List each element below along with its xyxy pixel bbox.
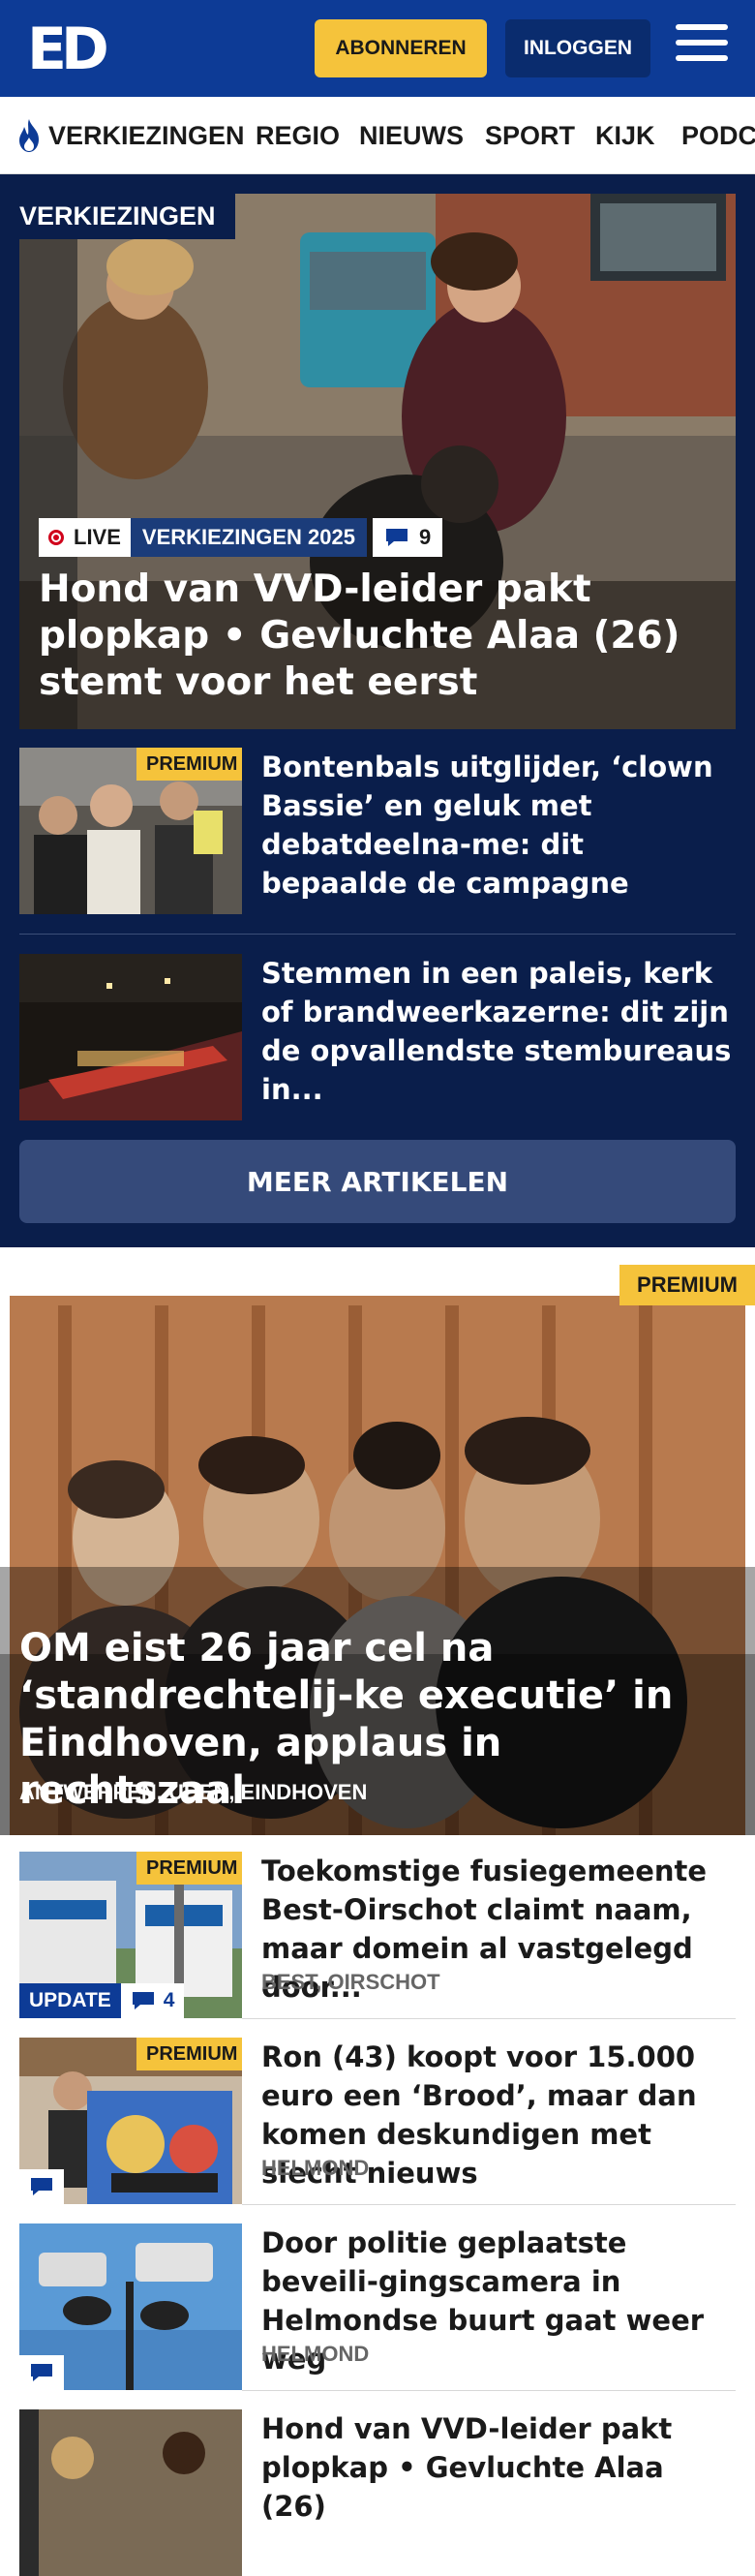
comment-count: 9 xyxy=(418,525,432,549)
comment-icon xyxy=(31,2178,52,2195)
premium-badge: PREMIUM xyxy=(619,1265,755,1305)
comment-icon xyxy=(132,1992,154,2009)
live-label: LIVE xyxy=(74,525,121,549)
article-thumbnail xyxy=(19,2409,242,2576)
featured-location: ANTWERPEN, UDEN, EINDHOVEN xyxy=(19,1780,368,1804)
section-label: VERKIEZINGEN xyxy=(19,194,235,239)
article-title[interactable]: Hond van VVD-leider pakt plopkap • Gevlu… xyxy=(261,2409,736,2526)
nav-item-podcasts[interactable]: PODC xyxy=(681,97,755,173)
comment-badge[interactable]: 4 xyxy=(120,1983,185,2018)
update-badge: UPDATE xyxy=(19,1983,121,2018)
live-dot-icon xyxy=(48,530,64,545)
topic-badge: VERKIEZINGEN 2025 xyxy=(130,518,367,557)
ed-logo[interactable]: ED xyxy=(27,19,114,79)
hero-article[interactable]: VERKIEZINGEN LIVE VERKIEZINGEN 2025 9 Ho… xyxy=(19,194,736,729)
flame-icon xyxy=(19,119,39,152)
login-button[interactable]: INLOGGEN xyxy=(505,19,650,77)
list-item[interactable]: Hond van VVD-leider pakt plopkap • Gevlu… xyxy=(19,2409,736,2576)
comment-icon xyxy=(385,529,408,546)
update-badges: UPDATE 4 xyxy=(19,1983,185,2018)
comment-badge[interactable]: 9 xyxy=(372,518,443,557)
divider xyxy=(242,2390,736,2391)
comment-badge[interactable] xyxy=(19,2169,64,2204)
divider xyxy=(242,2018,736,2019)
divider xyxy=(242,2204,736,2205)
list-item[interactable]: Door politie geplaatste beveili-gingscam… xyxy=(19,2223,736,2390)
premium-badge: PREMIUM xyxy=(136,748,242,781)
section-nav: VERKIEZINGEN REGIO NIEUWS SPORT KIJK POD… xyxy=(0,97,755,174)
election-article[interactable]: PREMIUM Bontenbals uitglijder, ‘clown Ba… xyxy=(19,748,736,914)
featured-article[interactable]: PREMIUM OM eist 26 jaar cel na ‘standrec… xyxy=(0,1247,755,1835)
nav-item-kijk[interactable]: KIJK xyxy=(595,97,655,173)
menu-icon[interactable] xyxy=(676,24,728,69)
premium-badge: PREMIUM xyxy=(136,2038,242,2070)
nav-item-sport[interactable]: SPORT xyxy=(485,97,575,173)
site-header: ED ABONNEREN INLOGGEN xyxy=(0,0,755,97)
premium-badge: PREMIUM xyxy=(136,1852,242,1885)
election-article[interactable]: Stemmen in een paleis, kerk of brandweer… xyxy=(19,954,736,1120)
article-thumbnail xyxy=(19,954,242,1120)
subscribe-button[interactable]: ABONNEREN xyxy=(315,19,487,77)
hero-title[interactable]: Hond van VVD-leider pakt plopkap • Gevlu… xyxy=(39,567,716,706)
hero-badges: LIVE VERKIEZINGEN 2025 9 xyxy=(39,518,443,557)
election-section: VERKIEZINGEN LIVE VERKIEZINGEN 2025 9 Ho… xyxy=(0,174,755,1247)
article-location: HELMOND xyxy=(261,2342,370,2366)
comment-badge[interactable] xyxy=(19,2355,64,2390)
comment-count: 4 xyxy=(163,1989,175,2011)
nav-item-nieuws[interactable]: NIEUWS xyxy=(359,97,464,173)
divider xyxy=(19,934,736,935)
nav-item-regio[interactable]: REGIO xyxy=(256,97,340,173)
list-item[interactable]: PREMIUM Ron (43) koopt voor 15.000 euro … xyxy=(19,2038,736,2204)
list-item[interactable]: PREMIUM UPDATE 4 Toekomstige fusiegemeen… xyxy=(19,1852,736,2018)
comment-icon xyxy=(31,2364,52,2381)
more-articles-button[interactable]: MEER ARTIKELEN xyxy=(19,1140,736,1223)
nav-item-verkiezingen[interactable]: VERKIEZINGEN xyxy=(48,97,245,173)
article-title[interactable]: Stemmen in een paleis, kerk of brandweer… xyxy=(261,954,736,1109)
live-badge: LIVE xyxy=(39,518,131,557)
article-location: HELMOND xyxy=(261,2156,370,2180)
article-title[interactable]: Bontenbals uitglijder, ‘clown Bassie’ en… xyxy=(261,748,736,903)
article-location: BEST, OIRSCHOT xyxy=(261,1970,440,1994)
